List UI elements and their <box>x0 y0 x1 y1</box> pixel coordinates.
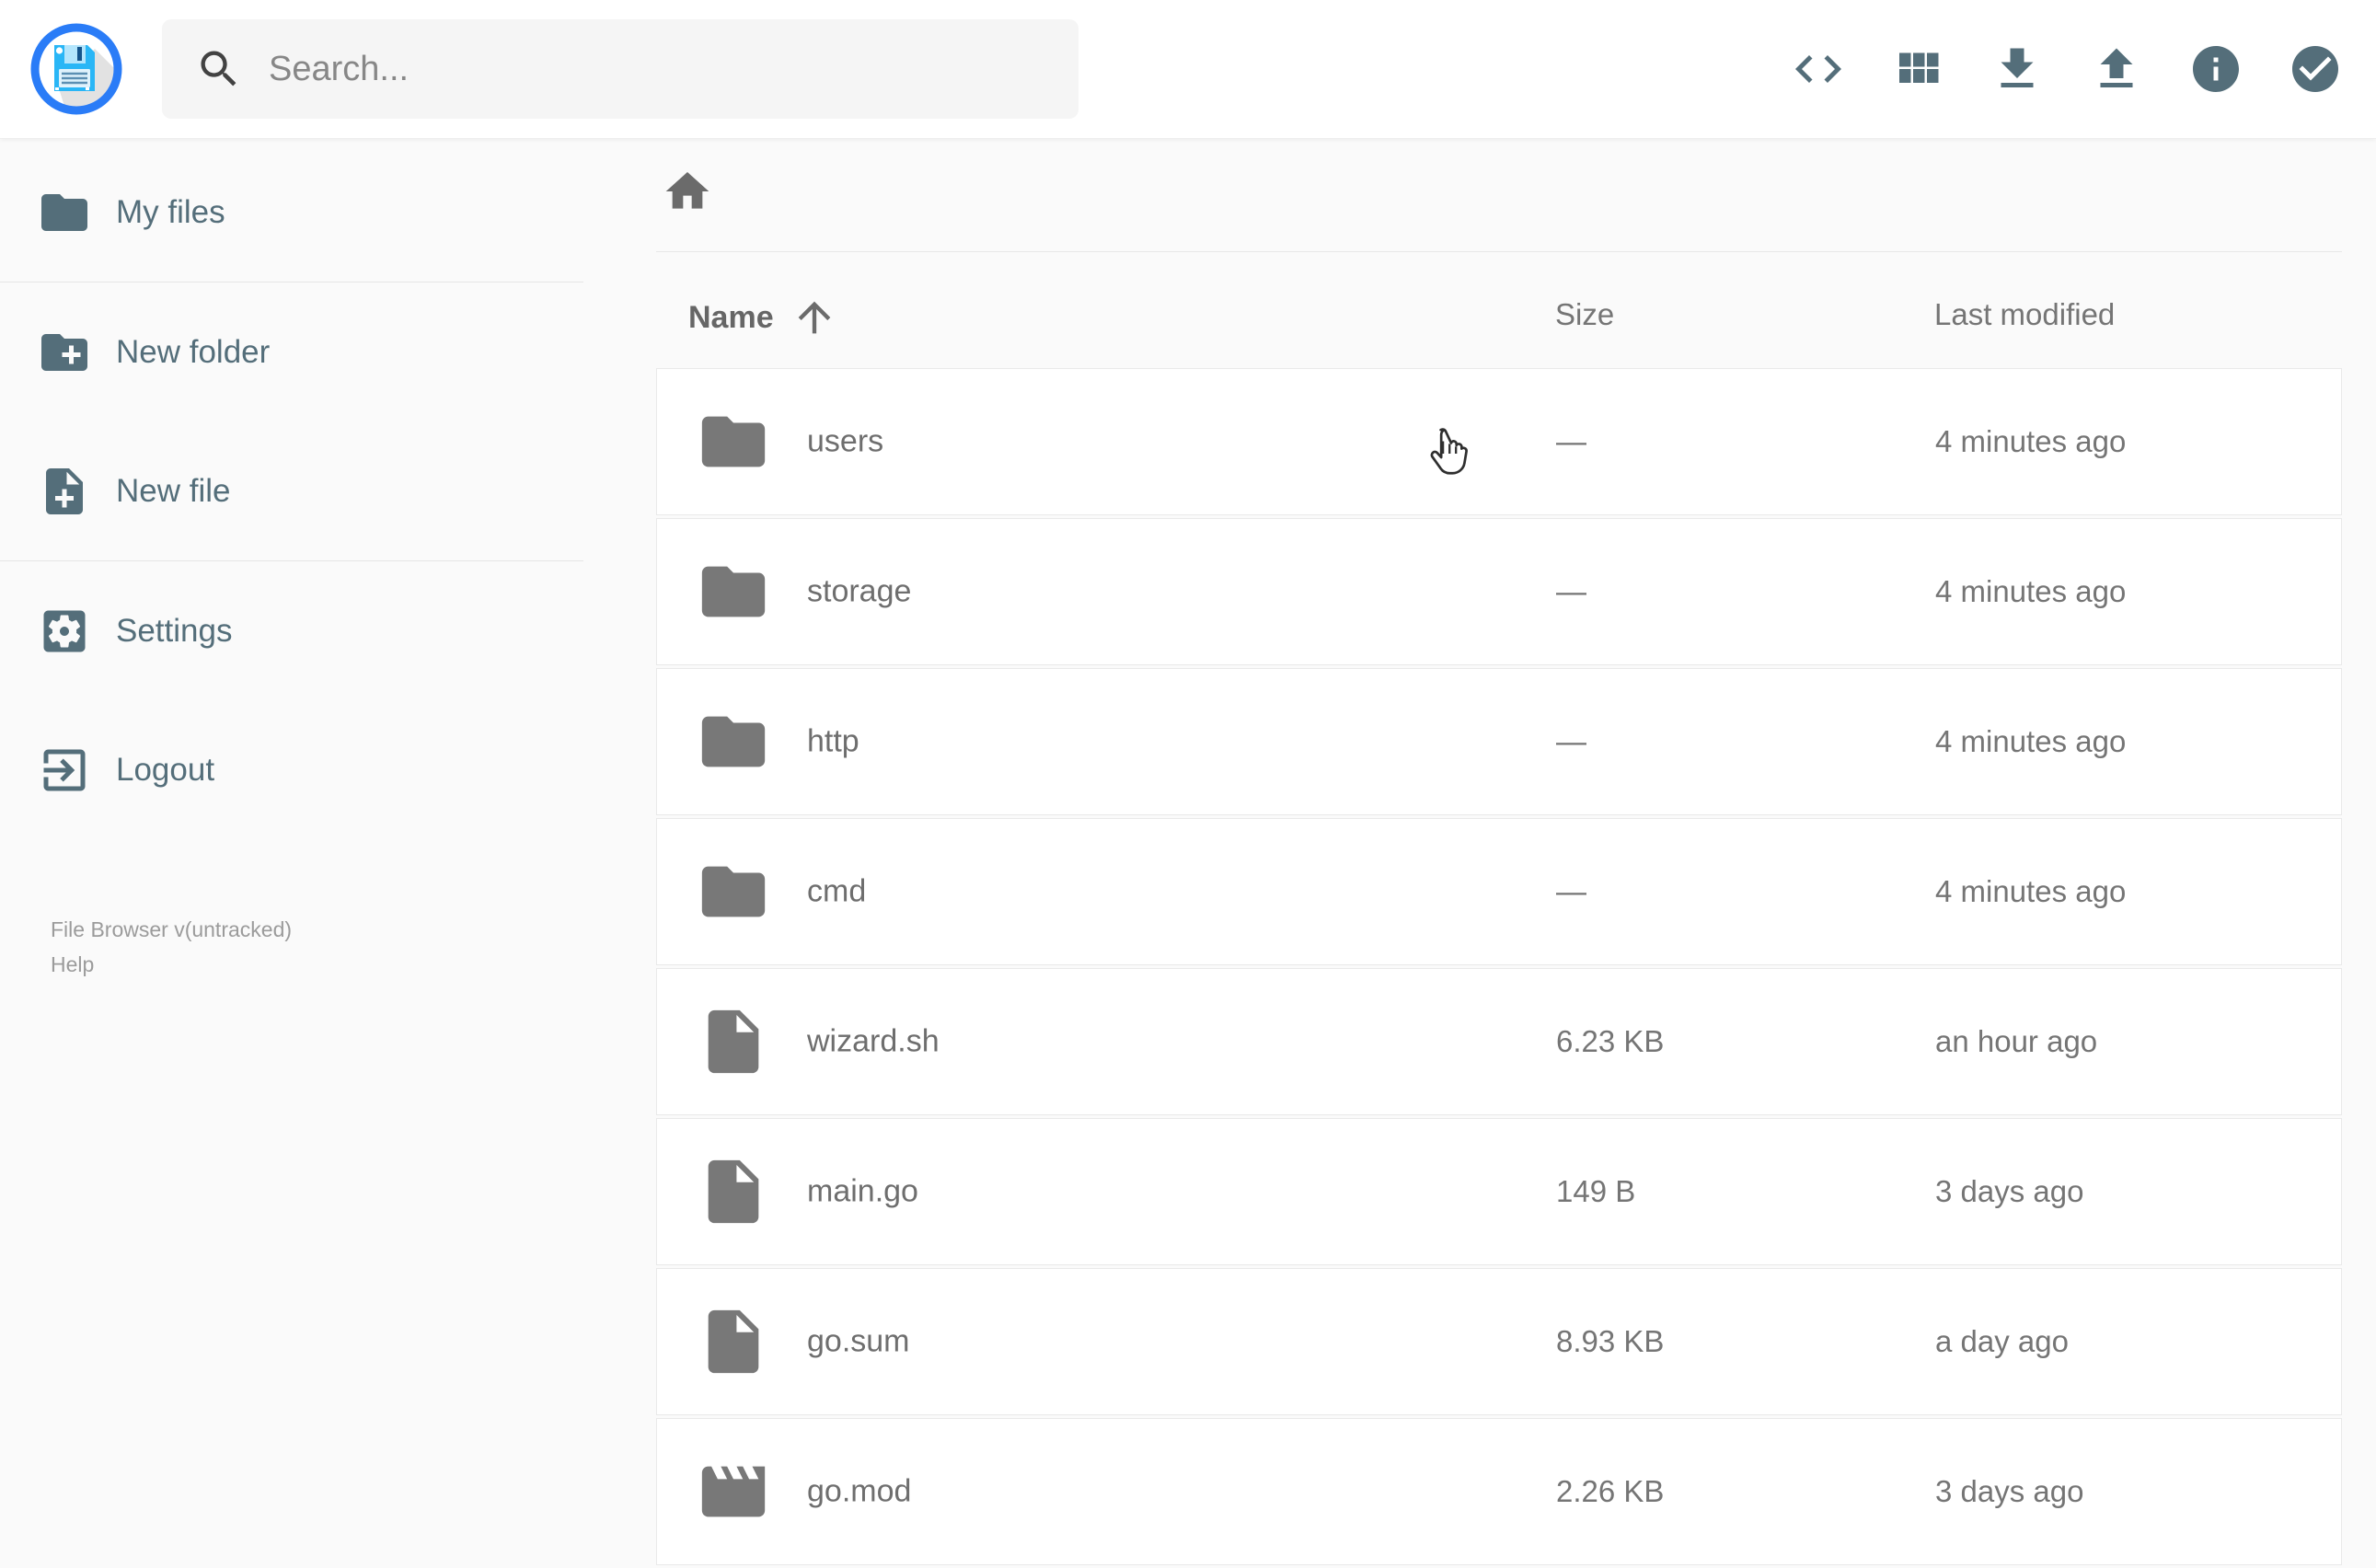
sidebar-item-label: Settings <box>116 612 233 649</box>
listing-row[interactable]: main.go 149 B 3 days ago <box>656 1118 2342 1265</box>
folder-icon <box>696 704 771 779</box>
file-name: http <box>807 723 859 759</box>
file-modified: an hour ago <box>1935 1024 2098 1058</box>
sidebar-footer: File Browser v(untracked) Help <box>51 914 292 981</box>
file-size: — <box>1556 574 1586 608</box>
help-link[interactable]: Help <box>51 949 292 981</box>
search-bar[interactable] <box>162 19 1078 119</box>
listing-row[interactable]: go.sum 8.93 KB a day ago <box>656 1268 2342 1415</box>
search-input[interactable] <box>267 48 1025 90</box>
select-multiple-icon[interactable] <box>2288 41 2343 97</box>
topbar-actions <box>1791 0 2343 138</box>
file-size: — <box>1556 724 1586 758</box>
sidebar-item-settings[interactable]: Settings <box>0 561 583 700</box>
app-logo <box>30 23 122 115</box>
column-header-modified[interactable]: Last modified <box>1934 297 2115 332</box>
movie-icon <box>696 1454 771 1529</box>
file-modified: 4 minutes ago <box>1935 424 2127 458</box>
listing-header: Name Size Last modified <box>656 286 2342 341</box>
file-icon <box>696 1004 771 1079</box>
file-modified: 3 days ago <box>1935 1474 2084 1508</box>
column-header-name[interactable]: Name <box>688 294 838 341</box>
folder-icon <box>696 404 771 479</box>
sidebar-item-new-file[interactable]: New file <box>0 421 583 560</box>
listing-row[interactable]: storage — 4 minutes ago <box>656 518 2342 665</box>
file-modified: 4 minutes ago <box>1935 574 2127 608</box>
app-version-text: File Browser v(untracked) <box>51 917 293 941</box>
file-icon <box>696 1154 771 1229</box>
create-new-folder-icon <box>37 325 92 380</box>
listing-row[interactable]: cmd — 4 minutes ago <box>656 818 2342 965</box>
file-size: — <box>1556 874 1586 908</box>
column-header-size[interactable]: Size <box>1555 297 1614 332</box>
file-size: 8.93 KB <box>1556 1324 1665 1358</box>
column-name-label: Name <box>688 299 774 335</box>
file-name: main.go <box>807 1173 918 1209</box>
grid-view-icon[interactable] <box>1890 41 1945 97</box>
file-name: wizard.sh <box>807 1023 940 1059</box>
sidebar-item-logout[interactable]: Logout <box>0 700 583 839</box>
top-bar <box>0 0 2376 139</box>
file-name: go.mod <box>807 1473 912 1509</box>
note-add-icon <box>37 464 92 519</box>
file-modified: a day ago <box>1935 1324 2069 1358</box>
file-modified: 3 days ago <box>1935 1174 2084 1208</box>
file-size: — <box>1556 424 1586 458</box>
info-icon[interactable] <box>2188 41 2243 97</box>
folder-icon <box>37 185 92 240</box>
sidebar: My files New folder New file Settings Lo… <box>0 139 583 1528</box>
home-icon[interactable] <box>662 166 713 217</box>
sidebar-item-new-folder[interactable]: New folder <box>0 282 583 421</box>
file-icon <box>696 1304 771 1379</box>
file-listing-area: Name Size Last modified users — 4 minute… <box>656 139 2342 1565</box>
breadcrumb-divider <box>656 251 2342 252</box>
sidebar-item-label: New folder <box>116 333 271 370</box>
listing-row[interactable]: go.mod 2.26 KB 3 days ago <box>656 1418 2342 1565</box>
download-icon[interactable] <box>1990 41 2045 97</box>
file-list: users — 4 minutes ago storage — 4 minute… <box>656 368 2342 1568</box>
listing-row[interactable]: users — 4 minutes ago <box>656 368 2342 515</box>
upload-icon[interactable] <box>2089 41 2144 97</box>
settings-icon <box>37 604 92 659</box>
floppy-disk-logo-icon <box>30 23 122 115</box>
file-size: 6.23 KB <box>1556 1024 1665 1058</box>
file-size: 149 B <box>1556 1174 1636 1208</box>
file-modified: 4 minutes ago <box>1935 874 2127 908</box>
folder-icon <box>696 554 771 629</box>
file-name: cmd <box>807 873 867 909</box>
listing-row[interactable]: wizard.sh 6.23 KB an hour ago <box>656 968 2342 1115</box>
logout-icon <box>37 743 92 798</box>
file-name: users <box>807 423 884 459</box>
folder-icon <box>696 854 771 929</box>
search-icon <box>195 45 243 93</box>
file-size: 2.26 KB <box>1556 1474 1665 1508</box>
sidebar-item-label: Logout <box>116 751 215 788</box>
sidebar-item-label: My files <box>116 193 225 230</box>
sidebar-item-label: New file <box>116 472 231 509</box>
code-icon[interactable] <box>1791 41 1846 97</box>
file-name: go.sum <box>807 1323 910 1359</box>
listing-row[interactable]: http — 4 minutes ago <box>656 668 2342 815</box>
file-name: storage <box>807 573 912 609</box>
arrow-up-icon <box>790 294 838 341</box>
file-modified: 4 minutes ago <box>1935 724 2127 758</box>
sidebar-item-my-files[interactable]: My files <box>0 143 583 282</box>
